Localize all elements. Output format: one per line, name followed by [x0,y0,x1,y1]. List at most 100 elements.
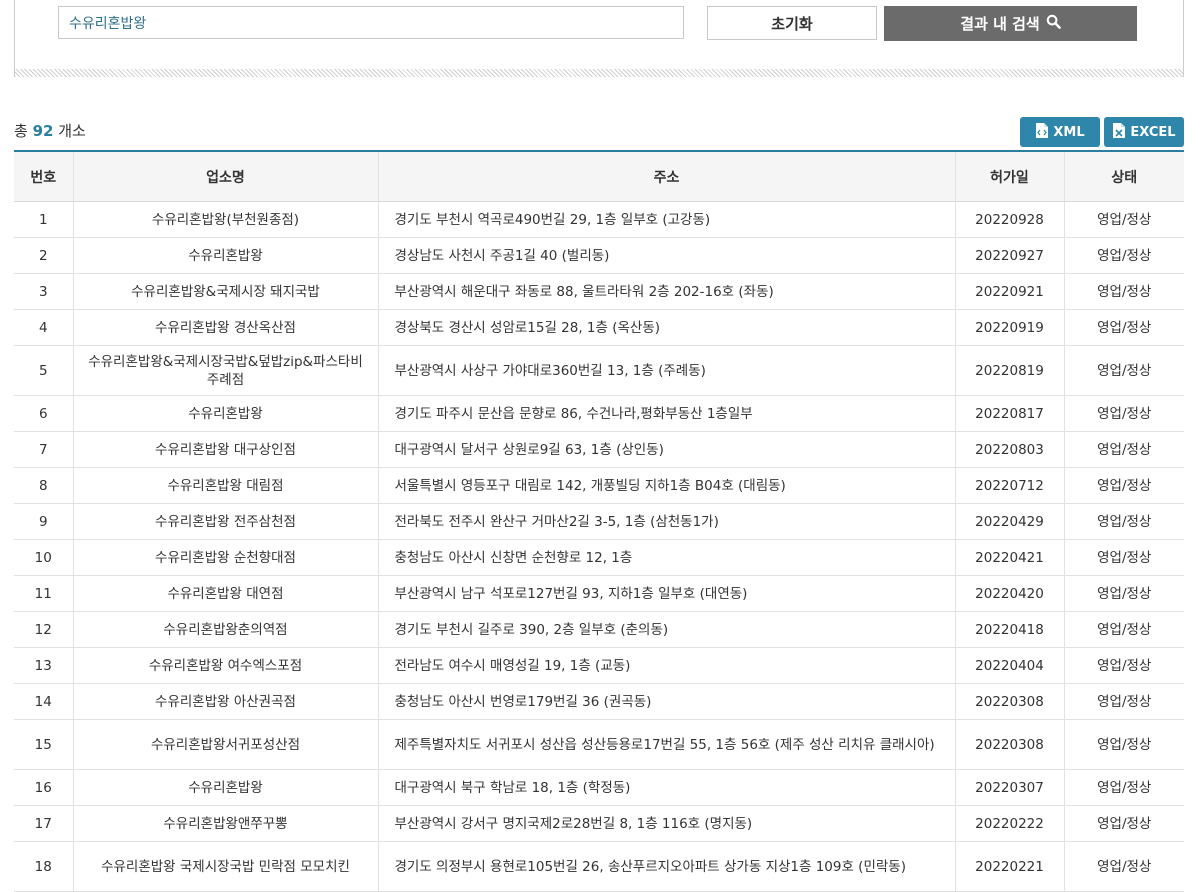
cell-address: 부산광역시 남구 석포로127번길 93, 지하1층 일부호 (대연동) [377,575,955,612]
cell-address: 경기도 부천시 길주로 390, 2층 일부호 (춘의동) [377,611,955,648]
header-number: 번호 [14,151,73,202]
table-row[interactable]: 17 수유리혼밥왕앤쭈꾸뽕 부산광역시 강서구 명지국제2로28번길 8, 1층 1… [14,805,1184,842]
reset-button[interactable]: 초기화 [707,6,877,40]
header-address: 주소 [377,151,955,202]
count-suffix: 개소 [58,122,86,140]
table-row[interactable]: 9 수유리혼밥왕 전주삼천점 전라북도 전주시 완산구 거마산2길 3-5, 1층 … [14,503,1184,540]
cell-status: 영업/정상 [1063,539,1184,576]
excel-label: EXCEL [1130,124,1176,140]
xml-label: XML [1053,124,1085,140]
cell-permit-date: 20220819 [954,345,1064,396]
cell-address: 대구광역시 북구 학남로 18, 1층 (학정동) [377,769,955,806]
cell-permit-date: 20220221 [954,841,1064,892]
cell-number: 17 [14,805,73,842]
cell-permit-date: 20220921 [954,273,1064,310]
cell-permit-date: 20220308 [954,683,1064,720]
cell-business-name: 수유리혼밥왕 대연점 [72,575,378,612]
cell-address: 서울특별시 영등포구 대림로 142, 개풍빌딩 지하1층 B04호 (대림동) [377,467,955,504]
table-row[interactable]: 7 수유리혼밥왕 대구상인점 대구광역시 달서구 상원로9길 63, 1층 (상인동… [14,431,1184,468]
cell-permit-date: 20220817 [954,395,1064,432]
table-row[interactable]: 18 수유리혼밥왕 국제시장국밥 민락점 모모치킨 경기도 의정부시 용현로105번… [14,841,1184,892]
panel-left-border [14,0,15,77]
cell-status: 영업/정상 [1063,237,1184,274]
cell-address: 경기도 부천시 역곡로490번길 29, 1층 일부호 (고강동) [377,201,955,238]
cell-number: 14 [14,683,73,720]
table-row[interactable]: 10 수유리혼밥왕 순천향대점 충청남도 아산시 신창면 순천향로 12, 1층 20… [14,539,1184,576]
cell-business-name: 수유리혼밥왕 경산옥산점 [72,309,378,346]
search-in-results-button[interactable]: 결과 내 검색 [884,6,1137,41]
cell-status: 영업/정상 [1063,201,1184,238]
count-number: 92 [32,122,54,140]
table-row[interactable]: 6 수유리혼밥왕 경기도 파주시 문산읍 문향로 86, 수건나라,평화부동산 1층… [14,395,1184,432]
cell-business-name: 수유리혼밥왕 대구상인점 [72,431,378,468]
cell-address: 전라북도 전주시 완산구 거마산2길 3-5, 1층 (삼천동1가) [377,503,955,540]
cell-address: 부산광역시 해운대구 좌동로 88, 울트라타워 2층 202-16호 (좌동) [377,273,955,310]
cell-address: 경상남도 사천시 주공1길 40 (벌리동) [377,237,955,274]
cell-address: 부산광역시 사상구 가야대로360번길 13, 1층 (주례동) [377,345,955,396]
result-count: 총 92 개소 [14,120,86,141]
cell-permit-date: 20220928 [954,201,1064,238]
cell-number: 11 [14,575,73,612]
cell-address: 경기도 의정부시 용현로105번길 26, 송산푸르지오아파트 상가동 지상1층… [377,841,955,892]
cell-status: 영업/정상 [1063,805,1184,842]
cell-address: 충청남도 아산시 신창면 순천향로 12, 1층 [377,539,955,576]
cell-number: 8 [14,467,73,504]
cell-permit-date: 20220404 [954,647,1064,684]
cell-permit-date: 20220418 [954,611,1064,648]
cell-permit-date: 20220919 [954,309,1064,346]
cell-permit-date: 20220307 [954,769,1064,806]
xml-file-icon [1035,122,1049,143]
cell-business-name: 수유리혼밥왕 대림점 [72,467,378,504]
table-row[interactable]: 8 수유리혼밥왕 대림점 서울특별시 영등포구 대림로 142, 개풍빌딩 지하1층… [14,467,1184,504]
header-status: 상태 [1063,151,1184,202]
table-row[interactable]: 3 수유리혼밥왕&국제시장 돼지국밥 부산광역시 해운대구 좌동로 88, 울트라타… [14,273,1184,310]
table-row[interactable]: 5 수유리혼밥왕&국제시장국밥&덮밥zip&파스타비 주례점 부산광역시 사상구 가… [14,345,1184,396]
cell-number: 18 [14,841,73,892]
cell-permit-date: 20220420 [954,575,1064,612]
cell-permit-date: 20220429 [954,503,1064,540]
cell-business-name: 수유리혼밥왕앤쭈꾸뽕 [72,805,378,842]
cell-address: 대구광역시 달서구 상원로9길 63, 1층 (상인동) [377,431,955,468]
table-row[interactable]: 11 수유리혼밥왕 대연점 부산광역시 남구 석포로127번길 93, 지하1층 일… [14,575,1184,612]
cell-business-name: 수유리혼밥왕 [72,395,378,432]
cell-permit-date: 20220222 [954,805,1064,842]
cell-address: 제주특별자치도 서귀포시 성산읍 성산등용로17번길 55, 1층 56호 (제… [377,719,955,770]
cell-number: 10 [14,539,73,576]
excel-file-icon [1112,122,1126,143]
cell-business-name: 수유리혼밥왕 [72,237,378,274]
cell-status: 영업/정상 [1063,769,1184,806]
cell-status: 영업/정상 [1063,273,1184,310]
cell-number: 15 [14,719,73,770]
cell-status: 영업/정상 [1063,345,1184,396]
cell-business-name: 수유리혼밥왕&국제시장 돼지국밥 [72,273,378,310]
cell-number: 7 [14,431,73,468]
table-row[interactable]: 14 수유리혼밥왕 아산권곡점 충청남도 아산시 번영로179번길 36 (권곡동)… [14,683,1184,720]
search-input[interactable] [58,6,684,39]
cell-business-name: 수유리혼밥왕 전주삼천점 [72,503,378,540]
xml-download-button[interactable]: XML [1020,117,1100,147]
cell-business-name: 수유리혼밥왕&국제시장국밥&덮밥zip&파스타비 주례점 [72,345,378,396]
cell-business-name: 수유리혼밥왕 [72,769,378,806]
cell-address: 경상북도 경산시 성암로15길 28, 1층 (옥산동) [377,309,955,346]
table-row[interactable]: 12 수유리혼밥왕춘의역점 경기도 부천시 길주로 390, 2층 일부호 (춘의동… [14,611,1184,648]
cell-status: 영업/정상 [1063,309,1184,346]
cell-number: 5 [14,345,73,396]
cell-status: 영업/정상 [1063,719,1184,770]
table-header-row: 번호 업소명 주소 허가일 상태 [14,151,1184,202]
cell-number: 6 [14,395,73,432]
cell-permit-date: 20220421 [954,539,1064,576]
cell-business-name: 수유리혼밥왕춘의역점 [72,611,378,648]
excel-download-button[interactable]: EXCEL [1104,117,1184,147]
table-row[interactable]: 13 수유리혼밥왕 여수엑스포점 전라남도 여수시 매영성길 19, 1층 (교동)… [14,647,1184,684]
table-row[interactable]: 16 수유리혼밥왕 대구광역시 북구 학남로 18, 1층 (학정동) 2022030… [14,769,1184,806]
cell-business-name: 수유리혼밥왕 국제시장국밥 민락점 모모치킨 [72,841,378,892]
cell-status: 영업/정상 [1063,431,1184,468]
table-row[interactable]: 2 수유리혼밥왕 경상남도 사천시 주공1길 40 (벌리동) 20220927 영업/… [14,237,1184,274]
table-row[interactable]: 1 수유리혼밥왕(부천원종점) 경기도 부천시 역곡로490번길 29, 1층 일부… [14,201,1184,238]
results-table: 번호 업소명 주소 허가일 상태 1 수유리혼밥왕(부천원종점) 경기도 부천시 역… [14,150,1184,892]
table-row[interactable]: 4 수유리혼밥왕 경산옥산점 경상북도 경산시 성암로15길 28, 1층 (옥산동… [14,309,1184,346]
cell-address: 전라남도 여수시 매영성길 19, 1층 (교동) [377,647,955,684]
table-row[interactable]: 15 수유리혼밥왕서귀포성산점 제주특별자치도 서귀포시 성산읍 성산등용로17번길… [14,719,1184,770]
cell-business-name: 수유리혼밥왕 순천향대점 [72,539,378,576]
cell-business-name: 수유리혼밥왕 아산권곡점 [72,683,378,720]
